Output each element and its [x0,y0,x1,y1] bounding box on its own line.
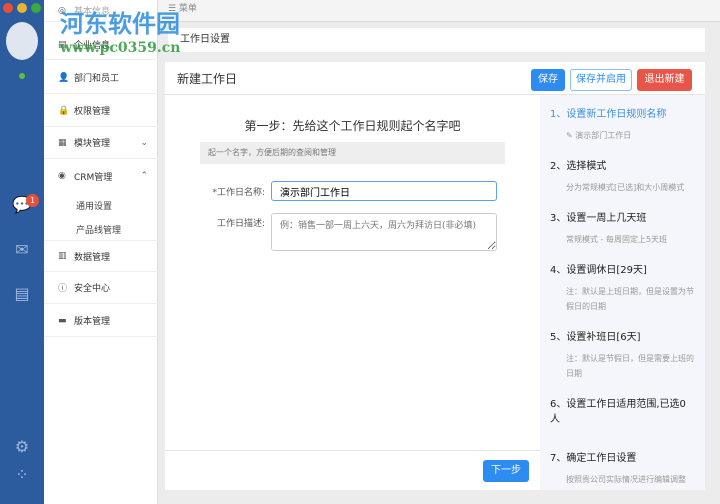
maximize-window-button[interactable] [31,3,41,13]
exit-new-button[interactable]: 退出新建 [637,69,692,91]
crm-icon: ◉ [58,171,66,181]
step-item[interactable]: 2、选择模式分为常规模式[已选]和大小周模式 [550,157,695,195]
label: CRM管理 [74,172,113,183]
step-desc: 注：默认是上班日期，但是设置为节假日的日期 [566,287,694,311]
step-title: 3、设置一周上几天班 [550,213,647,224]
online-status-dot [19,73,25,79]
step-item[interactable]: 6、设置工作日适用范围,已选0人 [550,395,695,425]
steps-list: 1、设置新工作日规则名称 ✎ 演示部门工作日 2、选择模式分为常规模式[已选]和大… [540,95,705,490]
user-icon: 👤 [58,72,70,83]
document-icon[interactable]: ▤ [12,284,32,304]
step-desc: 注：默认是节假日，但是需要上班的日期 [566,354,694,378]
menu-toggle[interactable]: ☰ 菜单 [158,0,720,22]
avatar[interactable] [6,22,38,60]
label: 版本管理 [74,317,111,327]
step-title: 2、选择模式 [550,161,607,172]
sidebar-item-crm[interactable]: ◉ CRM管理 ⌃ [44,160,158,192]
step-desc: 常规模式 - 每周固定上5天班 [566,235,668,244]
workday-description-input[interactable] [271,213,497,251]
step-heading: 第一步：先给这个工作日规则起个名字吧 [244,119,461,133]
sidebar-item-data[interactable]: ▥ 数据管理 [44,240,158,272]
workday-name-input[interactable] [271,181,497,201]
next-step-button[interactable]: 下一步 [483,460,529,482]
chart-icon: ▥ [58,251,67,261]
sidebar-subitem-general-settings[interactable]: 通用设置 [76,199,112,212]
step-title: 5、设置补班日[6天] [550,332,641,343]
step-item[interactable]: 5、设置补班日[6天] 注：默认是节假日，但是需要上班的日期 [550,328,695,381]
page-title: 新建工作日 [177,71,238,86]
sidebar-item-modules[interactable]: ▦ 模块管理 ⌄ [44,127,158,159]
sidebar-item-departments[interactable]: 👤 部门和员工 [44,62,158,94]
grid-icon: ▦ [58,137,67,148]
label: 权限管理 [74,107,111,117]
step-item[interactable]: 7、确定工作日设置按照贵公司实际情况进行编辑调整 [550,449,695,487]
step-title: 4、设置调休日[29天] [550,265,647,276]
step-desc: 分为常规模式[已选]和大小周模式 [566,183,685,192]
step-item[interactable]: 1、设置新工作日规则名称 ✎ 演示部门工作日 [550,105,695,143]
new-workday-panel: 新建工作日 保存 保存并启用 退出新建 第一步：先给这个工作日规则起个名字吧 起… [165,62,705,490]
app-rail: 💬 1 ✉ ▤ ⚙ ⁘ [0,0,44,504]
step-desc: ✎ 演示部门工作日 [566,131,632,140]
chevron-up-icon: ⌃ [140,171,148,181]
mail-icon[interactable]: ✉ [12,240,32,260]
step-title: 7、确定工作日设置 [550,453,637,464]
sidebar-item-security[interactable]: ⓘ 安全中心 [44,272,158,304]
step-desc: 按照贵公司实际情况进行编辑调整 [566,475,686,484]
watermark-url: www.pc0359.cn [60,40,181,56]
chevron-down-icon: ⌄ [140,137,148,148]
lock-icon: 🔒 [58,105,70,116]
step-item[interactable]: 4、设置调休日[29天] 注：默认是上班日期，但是设置为节假日的日期 [550,261,695,314]
version-icon: ▬ [58,315,67,326]
step-title: 1、设置新工作日规则名称 [550,109,667,120]
sidebar-item-version[interactable]: ▬ 版本管理 [44,305,158,337]
description-label: 工作日描述: [216,219,265,229]
step-item[interactable]: 3、设置一周上几天班常规模式 - 每周固定上5天班 [550,209,695,247]
label: 模块管理 [74,139,111,149]
divider [165,450,540,451]
label: 数据管理 [74,252,111,263]
sidebar-subitem-product-lines[interactable]: 产品线管理 [76,223,121,236]
unread-badge: 1 [26,194,39,207]
label: 部门和员工 [74,74,120,84]
apps-icon[interactable]: ⁘ [12,465,32,485]
label: 安全中心 [74,284,111,294]
breadcrumb: 工作日设置 [168,28,705,52]
sidebar-item-permissions[interactable]: 🔒 权限管理 [44,95,158,127]
sidebar-menu: ◎ 基本信息 ▤ 企业信息 👤 部门和员工 🔒 权限管理 ▦ 模块管理 ⌄ ◉ CRM管理 ⌃ … [44,0,158,504]
save-button[interactable]: 保存 [531,69,565,91]
close-window-button[interactable] [3,3,13,13]
name-label: *工作日名称: [212,188,265,198]
hint-text: 起一个名字，方便后期的查阅和管理 [200,142,505,164]
watermark-logo: 河东软件园 [60,9,180,38]
shield-icon: ⓘ [58,284,68,294]
minimize-window-button[interactable] [17,3,27,13]
step-title: 6、设置工作日适用范围,已选0人 [550,399,686,425]
save-and-enable-button[interactable]: 保存并启用 [570,69,632,91]
settings-icon[interactable]: ⚙ [12,437,32,457]
